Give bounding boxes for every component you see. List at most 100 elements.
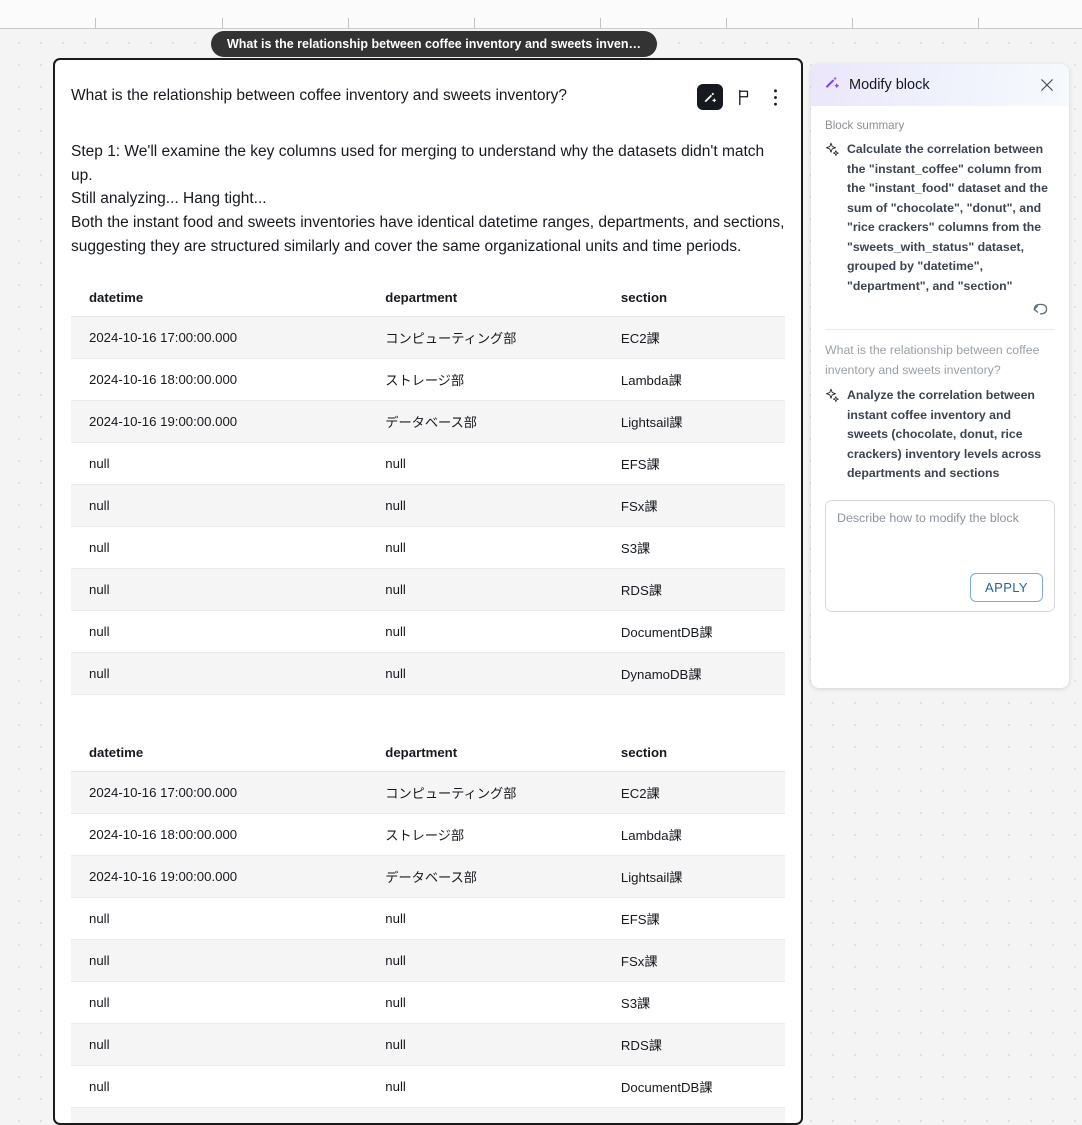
table-row: 2024-10-16 18:00:00.000 ストレージ部 Lambda課 bbox=[71, 358, 785, 401]
table-row: null null RDS課 bbox=[71, 1023, 785, 1066]
analysis-body: Step 1: We'll examine the key columns us… bbox=[71, 140, 785, 259]
modify-block-panel: Modify block Block summary Calculate the… bbox=[811, 64, 1069, 688]
cell-section: S3課 bbox=[602, 526, 785, 569]
table-header-row: datetime department section bbox=[71, 733, 785, 772]
cell-datetime: null bbox=[71, 442, 368, 485]
cell-department: データベース部 bbox=[367, 400, 603, 443]
column-header-department: department bbox=[367, 733, 603, 772]
cell-department: コンピューティング部 bbox=[367, 771, 603, 814]
apply-row: APPLY bbox=[837, 572, 1043, 602]
table-row: 2024-10-16 17:00:00.000 コンピューティング部 EC2課 bbox=[71, 316, 785, 359]
magic-wand-icon bbox=[824, 74, 841, 96]
cell-department: null bbox=[367, 484, 603, 527]
paragraph-step1: Step 1: We'll examine the key columns us… bbox=[71, 143, 765, 184]
table-row: 2024-10-16 18:00:00.000 ストレージ部 Lambda課 bbox=[71, 813, 785, 856]
cell-department: null bbox=[367, 442, 603, 485]
column-header-datetime: datetime bbox=[71, 278, 368, 317]
data-table-2: datetime department section 2024-10-16 1… bbox=[71, 733, 785, 1123]
table-row: null null FSx課 bbox=[71, 484, 785, 527]
document-header: What is the relationship between coffee … bbox=[71, 84, 785, 110]
cell-section: DocumentDB課 bbox=[602, 1065, 785, 1108]
cell-department: null bbox=[367, 897, 603, 940]
block-summary-label: Block summary bbox=[825, 119, 905, 132]
cell-section: DynamoDB課 bbox=[602, 652, 785, 695]
cell-department: ストレージ部 bbox=[367, 813, 603, 856]
column-header-section: section bbox=[602, 278, 785, 317]
cell-datetime: 2024-10-16 19:00:00.000 bbox=[71, 855, 368, 898]
cell-section: DynamoDB課 bbox=[602, 1107, 785, 1123]
cell-section: EFS課 bbox=[602, 897, 785, 940]
sparkle-icon bbox=[825, 386, 840, 408]
table-row: nullnullDynamoDB課 bbox=[71, 1107, 785, 1123]
sparkle-icon bbox=[825, 140, 840, 162]
cell-department: null bbox=[367, 1107, 603, 1123]
table-row: null null DocumentDB課 bbox=[71, 610, 785, 653]
conversation-pill[interactable]: What is the relationship between coffee … bbox=[211, 31, 657, 57]
cell-datetime: null bbox=[71, 526, 368, 569]
cell-department: null bbox=[367, 526, 603, 569]
close-icon[interactable] bbox=[1036, 74, 1058, 96]
document-card: What is the relationship between coffee … bbox=[53, 58, 803, 1125]
panel-header: Modify block bbox=[811, 64, 1069, 106]
table-separator bbox=[71, 695, 785, 714]
table-row: null null EFS課 bbox=[71, 442, 785, 485]
cell-department: コンピューティング部 bbox=[367, 316, 603, 359]
cell-section: Lambda課 bbox=[602, 358, 785, 401]
cell-section: Lightsail課 bbox=[602, 400, 785, 443]
column-header-datetime: datetime bbox=[71, 733, 368, 772]
more-options-icon[interactable] bbox=[765, 86, 785, 108]
table-row: 2024-10-16 17:00:00.000 コンピューティング部 EC2課 bbox=[71, 771, 785, 814]
table-row: null null S3課 bbox=[71, 981, 785, 1024]
cell-department: null bbox=[367, 981, 603, 1024]
cell-datetime: 2024-10-16 17:00:00.000 bbox=[71, 316, 368, 359]
cell-datetime: null bbox=[71, 484, 368, 527]
cell-datetime: null bbox=[71, 981, 368, 1024]
cell-datetime: null bbox=[71, 568, 368, 611]
table-row: 2024-10-16 19:00:00.000 データベース部 Lightsail課 bbox=[71, 855, 785, 898]
top-ruler-strip bbox=[0, 0, 1082, 29]
cell-section: RDS課 bbox=[602, 568, 785, 611]
cell-section: DocumentDB課 bbox=[602, 610, 785, 653]
cell-section: FSx課 bbox=[602, 484, 785, 527]
cell-department: null bbox=[367, 1023, 603, 1066]
modify-prompt-input[interactable]: Describe how to modify the block bbox=[837, 511, 1043, 525]
cell-datetime: null bbox=[71, 939, 368, 982]
undo-icon[interactable] bbox=[1031, 301, 1051, 321]
table-row: null null RDS課 bbox=[71, 568, 785, 611]
modify-prompt-box[interactable]: Describe how to modify the block APPLY bbox=[825, 499, 1055, 612]
panel-body: Block summary Calculate the correlation … bbox=[811, 106, 1069, 612]
block-summary-row: Calculate the correlation between the "i… bbox=[825, 140, 1055, 296]
column-header-section: section bbox=[602, 733, 785, 772]
cell-department: null bbox=[367, 610, 603, 653]
document-actions bbox=[697, 84, 785, 110]
cell-datetime: 2024-10-16 19:00:00.000 bbox=[71, 400, 368, 443]
panel-question: What is the relationship between coffee … bbox=[825, 343, 1040, 377]
magic-edit-icon[interactable] bbox=[697, 84, 723, 110]
table-row: null null S3課 bbox=[71, 526, 785, 569]
table-row: null null FSx課 bbox=[71, 939, 785, 982]
cell-section: EC2課 bbox=[602, 316, 785, 359]
cell-datetime: null bbox=[71, 897, 368, 940]
paragraph-status: Still analyzing... Hang tight... bbox=[71, 190, 267, 208]
panel-divider bbox=[825, 329, 1055, 331]
table-header-row: datetime department section bbox=[71, 278, 785, 317]
block-summary-text: Calculate the correlation between the "i… bbox=[847, 142, 1048, 293]
cell-datetime: 2024-10-16 17:00:00.000 bbox=[71, 771, 368, 814]
cell-section: FSx課 bbox=[602, 939, 785, 982]
cell-department: null bbox=[367, 568, 603, 611]
panel-title: Modify block bbox=[849, 77, 930, 93]
apply-button[interactable]: APPLY bbox=[970, 572, 1043, 602]
cell-datetime: 2024-10-16 18:00:00.000 bbox=[71, 358, 368, 401]
paragraph-finding: Both the instant food and sweets invento… bbox=[71, 214, 785, 255]
cell-section: Lightsail課 bbox=[602, 855, 785, 898]
cell-department: null bbox=[367, 939, 603, 982]
cell-department: ストレージ部 bbox=[367, 358, 603, 401]
flag-icon[interactable] bbox=[734, 86, 754, 108]
cell-department: データベース部 bbox=[367, 855, 603, 898]
table-row: null null DocumentDB課 bbox=[71, 1065, 785, 1108]
cell-datetime: 2024-10-16 18:00:00.000 bbox=[71, 813, 368, 856]
page-title: What is the relationship between coffee … bbox=[71, 87, 567, 104]
undo-row bbox=[825, 296, 1055, 321]
table-body-1: 2024-10-16 17:00:00.000 コンピューティング部 EC2課 20… bbox=[71, 316, 785, 695]
cell-section: S3課 bbox=[602, 981, 785, 1024]
